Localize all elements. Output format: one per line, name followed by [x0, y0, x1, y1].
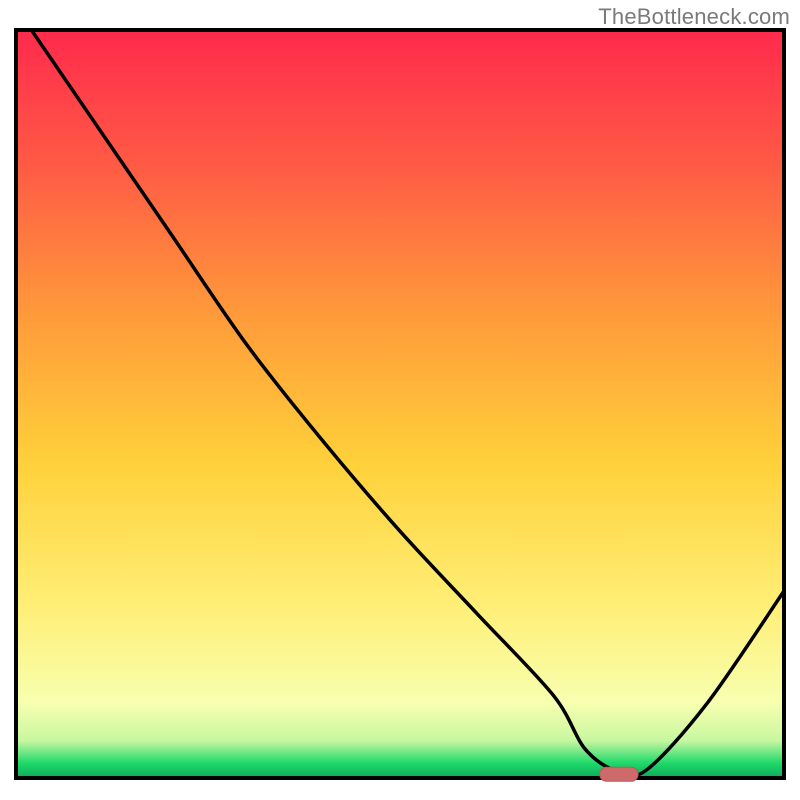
bottleneck-chart — [0, 0, 800, 800]
optimum-marker — [600, 767, 638, 781]
plot-background — [16, 30, 784, 778]
watermark-text: TheBottleneck.com — [598, 4, 790, 30]
chart-stage: TheBottleneck.com — [0, 0, 800, 800]
